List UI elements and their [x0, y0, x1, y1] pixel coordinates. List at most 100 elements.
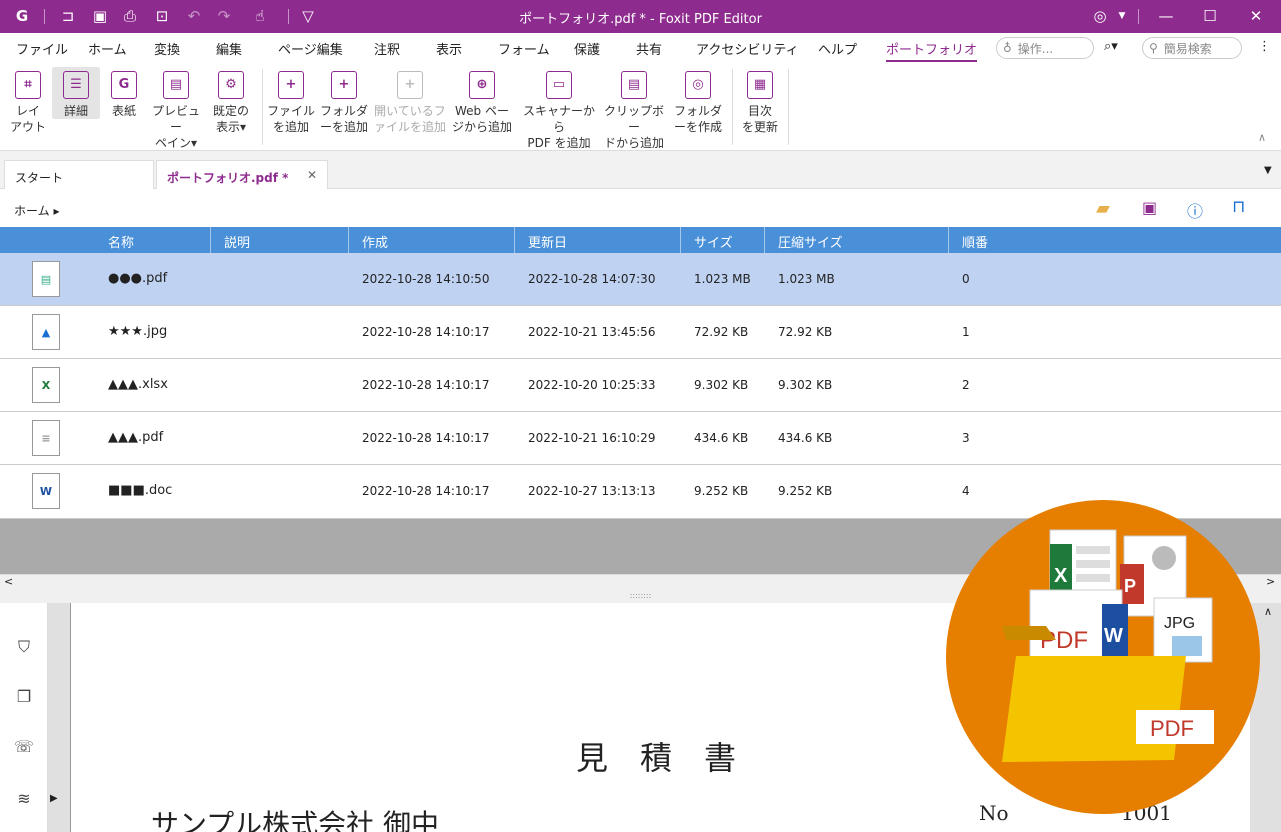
maximize-icon[interactable]: ☐ [1200, 6, 1220, 26]
add-folder-icon: + [331, 71, 357, 99]
minimize-icon[interactable]: — [1156, 6, 1176, 26]
svg-text:PDF: PDF [1150, 716, 1194, 741]
document-title: 見積書 [576, 739, 769, 777]
menu-protect[interactable]: 保護 [574, 39, 600, 58]
tab-list-icon[interactable]: ▼ [1264, 165, 1272, 176]
lightbulb-icon: ♁ [1003, 41, 1012, 55]
cover-icon: G [111, 71, 137, 99]
word-file-icon: W [32, 473, 60, 509]
tab-start[interactable]: スタート [4, 160, 154, 189]
table-row[interactable]: ≡ ▲▲▲.pdf 2022-10-28 14:10:17 2022-10-21… [0, 412, 1281, 465]
create-folder-icon: ◎ [685, 71, 711, 99]
delete-icon[interactable]: ⊓ [1232, 197, 1245, 217]
globe-icon: ⊕ [469, 71, 495, 99]
menu-form[interactable]: フォーム [498, 39, 550, 58]
pages-icon[interactable]: ❐ [14, 687, 34, 707]
account-icon[interactable]: ◎ [1090, 6, 1110, 26]
account-dropdown-icon[interactable]: ▼ [1112, 6, 1132, 26]
image-file-icon: ▲ [32, 314, 60, 350]
info-icon[interactable]: ⓘ [1187, 198, 1203, 222]
title-bar: G ⊐ ▣ ⎙ ⊡ ↶ ↷ ☝ ▽ ポートフォリオ.pdf * - Foxit … [0, 0, 1281, 33]
scanner-icon: ▭ [546, 71, 572, 99]
add-folder-button[interactable]: + フォルダ ーを追加 [318, 67, 370, 135]
table-row[interactable]: ▲ ★★★.jpg 2022-10-28 14:10:17 2022-10-21… [0, 306, 1281, 359]
col-order[interactable]: 順番 [962, 232, 988, 251]
col-description[interactable]: 説明 [224, 232, 250, 251]
navigation-panel: ⛉ ❐ ☏ ≋ ▶ [0, 603, 58, 832]
table-row[interactable]: X ▲▲▲.xlsx 2022-10-28 14:10:17 2022-10-2… [0, 359, 1281, 412]
operation-search[interactable]: ♁ 操作... [996, 37, 1094, 59]
settings-icon: ⚙ [218, 71, 244, 99]
preview-pane-icon: ▤ [163, 71, 189, 99]
preview-pane-button[interactable]: ▤ プレビュー ペイン▾ [148, 67, 204, 151]
tab-portfolio[interactable]: ポートフォリオ.pdf * ✕ [156, 160, 328, 189]
menu-file[interactable]: ファイル [16, 39, 68, 58]
menu-convert[interactable]: 変換 [154, 39, 180, 58]
find-options-icon[interactable]: ⌕▾ [1104, 39, 1118, 54]
search-icon: ⚲ [1149, 41, 1158, 55]
col-created[interactable]: 作成 [362, 232, 388, 251]
layout-icon: ⌗ [15, 71, 41, 99]
menu-home[interactable]: ホーム [88, 39, 127, 58]
more-icon[interactable]: ⋮ [1258, 39, 1271, 54]
expand-panel-icon[interactable]: ▶ [50, 793, 58, 804]
breadcrumb[interactable]: ホーム ▸ [14, 202, 59, 219]
scroll-left-icon[interactable]: < [4, 575, 13, 588]
add-web-page-button[interactable]: ⊕ Web ペー ジから追加 [450, 67, 514, 135]
portfolio-badge: X P PDF W JPG PDF [946, 500, 1260, 814]
menu-edit[interactable]: 編集 [216, 39, 242, 58]
toc-icon: ▦ [747, 71, 773, 99]
svg-text:P: P [1124, 576, 1136, 596]
add-from-scanner-button[interactable]: ▭ スキャナーから PDF を追加 [520, 67, 598, 151]
document-recipient: サンプル株式会社 御中 [151, 808, 440, 832]
menu-portfolio[interactable]: ポートフォリオ [886, 39, 978, 62]
layers-icon[interactable]: ≋ [14, 789, 34, 809]
close-icon[interactable]: ✕ [1246, 6, 1266, 26]
window-title: ポートフォリオ.pdf * - Foxit PDF Editor [519, 12, 762, 27]
menu-view[interactable]: 表示 [436, 39, 462, 58]
save-icon[interactable]: ▣ [1142, 198, 1157, 217]
menu-bar: ファイル ホーム 変換 編集 ページ編集 注釈 表示 フォーム 保護 共有 アク… [0, 33, 1281, 63]
menu-share[interactable]: 共有 [636, 39, 662, 58]
table-row[interactable]: ▤ ●●●.pdf 2022-10-28 14:10:50 2022-10-28… [0, 253, 1281, 306]
add-open-file-icon: + [397, 71, 423, 99]
pdf-thumb-icon: ▤ [32, 261, 60, 297]
add-file-icon: + [278, 71, 304, 99]
layout-button[interactable]: ⌗ レイ アウト [6, 67, 50, 135]
default-view-button[interactable]: ⚙ 既定の 表示▾ [206, 67, 256, 135]
svg-text:X: X [1054, 565, 1068, 587]
breadcrumb-bar: ホーム ▸ ▰ ▣ ⓘ ⊓ [0, 189, 1281, 227]
svg-text:W: W [1104, 625, 1123, 647]
col-modified[interactable]: 更新日 [528, 232, 567, 251]
close-tab-icon[interactable]: ✕ [307, 168, 317, 182]
scroll-right-icon[interactable]: > [1266, 575, 1275, 588]
menu-comment[interactable]: 注釈 [374, 39, 400, 58]
menu-help[interactable]: ヘルプ [818, 39, 857, 58]
create-folder-button[interactable]: ◎ フォルダ ーを作成 [670, 67, 726, 135]
portfolio-illustration-icon: X P PDF W JPG PDF [1002, 529, 1214, 762]
scroll-up-icon[interactable]: ∧ [1264, 605, 1272, 618]
cover-button[interactable]: G 表紙 [104, 67, 144, 119]
svg-text:JPG: JPG [1164, 615, 1195, 632]
menu-accessibility[interactable]: アクセシビリティ [696, 39, 799, 58]
excel-file-icon: X [32, 367, 60, 403]
col-size[interactable]: サイズ [694, 232, 733, 251]
simple-search[interactable]: ⚲ 簡易検索 [1142, 37, 1242, 59]
comments-icon[interactable]: ☏ [14, 737, 34, 757]
pdf-thumb-icon: ≡ [32, 420, 60, 456]
details-icon: ☰ [63, 71, 89, 99]
collapse-ribbon-icon[interactable]: ∧ [1258, 131, 1266, 144]
add-open-file-button[interactable]: + 開いているフ ァイルを追加 [374, 67, 446, 135]
details-button[interactable]: ☰ 詳細 [52, 67, 100, 119]
table-header: 名称 説明 作成 更新日 サイズ 圧縮サイズ 順番 [0, 227, 1281, 253]
bookmark-icon[interactable]: ⛉ [14, 637, 34, 657]
clipboard-icon: ▤ [621, 71, 647, 99]
ribbon: ⌗ レイ アウト ☰ 詳細 G 表紙 ▤ プレビュー ペイン▾ ⚙ 既定の 表示▾ + ファイルを… [0, 63, 1281, 151]
add-from-clipboard-button[interactable]: ▤ クリップボー ドから追加 [602, 67, 666, 151]
col-compressed-size[interactable]: 圧縮サイズ [778, 232, 843, 251]
folder-icon[interactable]: ▰ [1096, 198, 1110, 219]
menu-page-edit[interactable]: ページ編集 [278, 39, 343, 58]
col-name[interactable]: 名称 [108, 232, 134, 251]
add-file-button[interactable]: + ファイル を追加 [266, 67, 316, 135]
update-toc-button[interactable]: ▦ 目次 を更新 [736, 67, 784, 135]
